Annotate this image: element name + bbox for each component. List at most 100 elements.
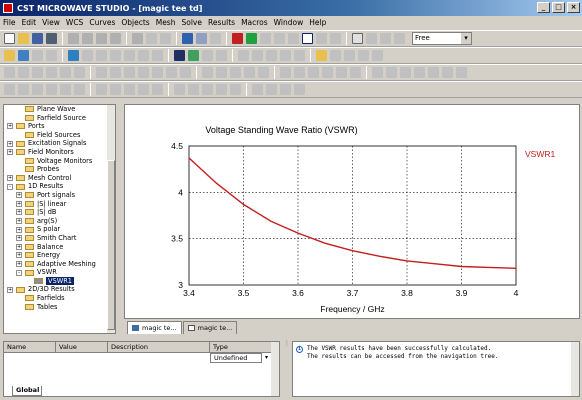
tree-item[interactable]: Farfield Source <box>4 114 115 123</box>
expand-icon[interactable]: + <box>7 123 13 130</box>
boolean-intersect-icon[interactable] <box>202 50 213 61</box>
tool-25-icon[interactable] <box>372 67 383 78</box>
symmetry-icon[interactable] <box>358 50 369 61</box>
tool-21-icon[interactable] <box>308 67 319 78</box>
paste-icon[interactable] <box>96 33 107 44</box>
tool-15-icon[interactable] <box>216 67 227 78</box>
undo-icon[interactable] <box>110 33 121 44</box>
doc-tab-2[interactable]: magic te... <box>182 321 238 334</box>
tool-11-icon[interactable] <box>152 67 163 78</box>
image-icon[interactable] <box>18 50 29 61</box>
tool-20-icon[interactable] <box>294 67 305 78</box>
expand-icon[interactable]: + <box>7 286 13 293</box>
menu-mesh[interactable]: Mesh <box>156 18 176 27</box>
cut-icon[interactable] <box>68 33 79 44</box>
tool-40-icon[interactable] <box>124 84 135 95</box>
message-scrollbar[interactable] <box>571 342 579 396</box>
tool-48-icon[interactable] <box>252 84 263 95</box>
tool-19-icon[interactable] <box>280 67 291 78</box>
select-edge-icon[interactable] <box>252 50 263 61</box>
tree-scroll-thumb[interactable] <box>107 160 115 330</box>
tool-1-icon[interactable] <box>4 67 15 78</box>
menu-wcs[interactable]: WCS <box>66 18 83 27</box>
expand-icon[interactable]: + <box>16 235 22 242</box>
tree-item[interactable]: Plane Wave <box>4 105 115 114</box>
tool-31-icon[interactable] <box>456 67 467 78</box>
tool-29-icon[interactable] <box>428 67 439 78</box>
menu-macros[interactable]: Macros <box>241 18 268 27</box>
expand-icon[interactable]: + <box>7 140 13 147</box>
tool-51-icon[interactable] <box>294 84 305 95</box>
grid-icon[interactable] <box>46 50 57 61</box>
cylinder-icon[interactable] <box>96 50 107 61</box>
tool-43-icon[interactable] <box>174 84 185 95</box>
brick-icon[interactable] <box>68 50 79 61</box>
minimize-button[interactable]: _ <box>537 2 550 13</box>
tree-item[interactable]: + Port signals <box>4 191 115 200</box>
rotate-shape-icon[interactable] <box>152 50 163 61</box>
tree-item[interactable]: + Smith Chart <box>4 234 115 243</box>
dynamic-zoom-icon[interactable] <box>288 33 299 44</box>
wcs-icon[interactable] <box>352 33 363 44</box>
expand-icon[interactable]: + <box>16 260 22 267</box>
tool-8-icon[interactable] <box>110 67 121 78</box>
solver-icon[interactable] <box>246 33 257 44</box>
menu-file[interactable]: File <box>3 18 16 27</box>
col-value[interactable]: Value <box>56 342 108 352</box>
boundary-icon[interactable] <box>344 50 355 61</box>
cone-icon[interactable] <box>110 50 121 61</box>
tool-3-icon[interactable] <box>32 67 43 78</box>
expand-icon[interactable]: + <box>16 252 22 259</box>
collapse-icon[interactable]: - <box>7 183 13 190</box>
param-scrollbar[interactable] <box>271 342 279 396</box>
boolean-subtract-icon[interactable] <box>188 50 199 61</box>
menu-help[interactable]: Help <box>309 18 326 27</box>
tool-38-icon[interactable] <box>96 84 107 95</box>
doc-tab-1[interactable]: magic te... <box>127 321 182 334</box>
tree-item[interactable]: - 1D Results <box>4 182 115 191</box>
frequency-icon[interactable] <box>330 50 341 61</box>
copy-icon[interactable] <box>82 33 93 44</box>
tool-50-icon[interactable] <box>280 84 291 95</box>
boolean-add-icon[interactable] <box>174 50 185 61</box>
tool-7-icon[interactable] <box>96 67 107 78</box>
tree-item[interactable]: + Balance <box>4 243 115 252</box>
global-tab[interactable]: Global <box>12 386 42 396</box>
background-icon[interactable] <box>394 33 405 44</box>
tree-item[interactable]: + Energy <box>4 251 115 260</box>
tree-scrollbar[interactable] <box>107 105 115 333</box>
sphere-icon[interactable] <box>82 50 93 61</box>
tool-26-icon[interactable] <box>386 67 397 78</box>
parameters-icon[interactable] <box>210 33 221 44</box>
col-type[interactable]: Type <box>210 342 274 352</box>
tool-17-icon[interactable] <box>244 67 255 78</box>
tool-28-icon[interactable] <box>414 67 425 78</box>
expand-icon[interactable]: + <box>16 218 22 225</box>
expand-icon[interactable]: + <box>16 192 22 199</box>
message-panel-grip[interactable]: ⋮ <box>284 340 290 350</box>
tool-35-icon[interactable] <box>46 84 57 95</box>
menu-results[interactable]: Results <box>208 18 235 27</box>
tool-9-icon[interactable] <box>124 67 135 78</box>
face-view-icon[interactable] <box>380 33 391 44</box>
tree-item[interactable]: + |S| linear <box>4 200 115 209</box>
tree-item[interactable]: + |S| dB <box>4 208 115 217</box>
tool-37-icon[interactable] <box>74 84 85 95</box>
tree-item[interactable]: Voltage Monitors <box>4 157 115 166</box>
col-description[interactable]: Description <box>108 342 210 352</box>
param-name-cell[interactable] <box>4 353 56 363</box>
mesh-view-icon[interactable] <box>196 33 207 44</box>
expand-icon[interactable]: + <box>7 149 13 156</box>
tree-item[interactable]: Farfields <box>4 294 115 303</box>
collapse-icon[interactable]: - <box>16 269 22 276</box>
tree-item[interactable]: + Mesh Control <box>4 174 115 183</box>
tool-49-icon[interactable] <box>266 84 277 95</box>
tool-42-icon[interactable] <box>152 84 163 95</box>
tree-item[interactable]: VSWR1 <box>4 276 115 286</box>
select-point-icon[interactable] <box>238 50 249 61</box>
param-value-cell[interactable] <box>56 353 108 363</box>
torus-icon[interactable] <box>124 50 135 61</box>
menu-curves[interactable]: Curves <box>89 18 115 27</box>
monitor-icon[interactable] <box>182 33 193 44</box>
tool-24-icon[interactable] <box>350 67 361 78</box>
